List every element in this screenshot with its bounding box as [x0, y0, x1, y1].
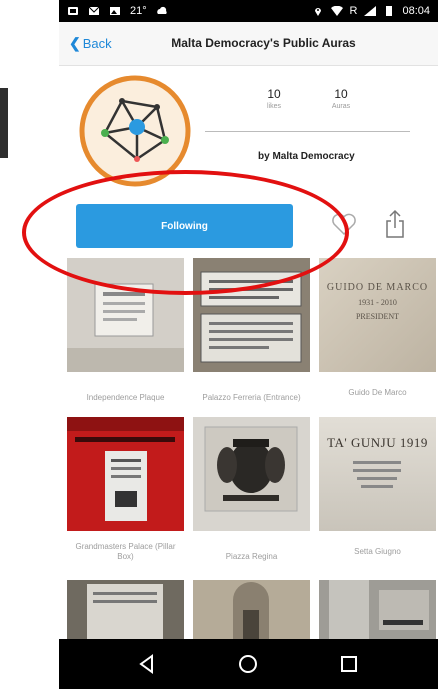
aura-tile[interactable]: Independence Plaque: [67, 258, 184, 403]
battery-icon: [386, 6, 393, 16]
mail-icon: [88, 6, 100, 15]
clock-text: 08:04: [402, 5, 430, 17]
aura-thumbnail: [193, 417, 310, 531]
likes-label: likes: [266, 103, 281, 110]
cloud-icon: [156, 6, 167, 14]
auras-label: Auras: [331, 103, 351, 110]
author-byline: by Malta Democracy: [258, 151, 355, 162]
aura-thumbnail: [193, 258, 310, 372]
auras-stat[interactable]: 10 Auras: [328, 87, 354, 110]
likes-count: 10: [267, 87, 281, 101]
divider: [205, 131, 410, 132]
image-icon: [110, 7, 120, 15]
status-bar: 21° R 08:04: [59, 0, 438, 22]
app-notification-icon: [68, 7, 78, 15]
aura-caption: Grandmasters Palace (Pillar Box): [75, 542, 176, 561]
share-icon[interactable]: [384, 209, 406, 239]
thumbnail-text: PRESIDENT: [355, 312, 400, 321]
location-icon: [314, 8, 321, 16]
following-button[interactable]: Following: [76, 204, 293, 248]
network-type-text: R: [349, 5, 358, 17]
square-recents-icon[interactable]: [338, 653, 360, 675]
auras-count: 10: [334, 87, 348, 101]
likes-stat[interactable]: 10 likes: [261, 87, 287, 110]
thumbnail-text: TA' GUNJU 1919: [327, 435, 428, 450]
aura-tile[interactable]: Grandmasters Palace (Pillar Box): [67, 417, 184, 562]
aura-caption: Independence Plaque: [86, 393, 165, 402]
aura-caption: Palazzo Ferreria (Entrance): [202, 393, 301, 402]
signal-icon: [364, 6, 377, 16]
profile-avatar[interactable]: [77, 73, 193, 189]
aura-caption: Piazza Regina: [225, 552, 278, 561]
screen: { "status_bar": { "temperature": "21°", …: [0, 0, 448, 689]
aura-tile[interactable]: TA' GUNJU 1919 Setta Giugno: [319, 417, 436, 557]
thumbnail-text: GUIDO DE MARCO: [326, 282, 429, 293]
temperature-text: 21°: [130, 5, 147, 17]
aura-caption: Setta Giugno: [354, 547, 401, 556]
aura-caption: Guido De Marco: [348, 388, 407, 397]
aura-tile[interactable]: Palazzo Ferreria (Entrance): [193, 258, 310, 403]
aura-thumbnail: [67, 417, 184, 531]
heart-icon[interactable]: [331, 211, 357, 237]
aura-thumbnail: TA' GUNJU 1919: [319, 417, 436, 531]
thumbnail-text: 1931 - 2010: [358, 298, 397, 307]
aura-tile[interactable]: GUIDO DE MARCO 1931 - 2010 PRESIDENT Gui…: [319, 258, 436, 398]
background-strip: [0, 88, 8, 158]
circle-home-icon[interactable]: [237, 653, 259, 675]
navigation-bar: ❮ Back Malta Democracy's Public Auras: [59, 22, 438, 66]
page-title: Malta Democracy's Public Auras: [171, 36, 356, 50]
phone-screen: 21° R 08:04 ❮ Back Malta Democracy's Pub…: [59, 0, 438, 689]
aura-thumbnail: [67, 258, 184, 372]
profile-stats: 10 likes 10 Auras: [261, 87, 354, 110]
aura-tile[interactable]: Piazza Regina: [193, 417, 310, 562]
wifi-icon: [330, 6, 343, 16]
aura-thumbnail: GUIDO DE MARCO 1931 - 2010 PRESIDENT: [319, 258, 436, 372]
triangle-back-icon[interactable]: [136, 653, 158, 675]
system-navigation-bar: [59, 639, 438, 689]
